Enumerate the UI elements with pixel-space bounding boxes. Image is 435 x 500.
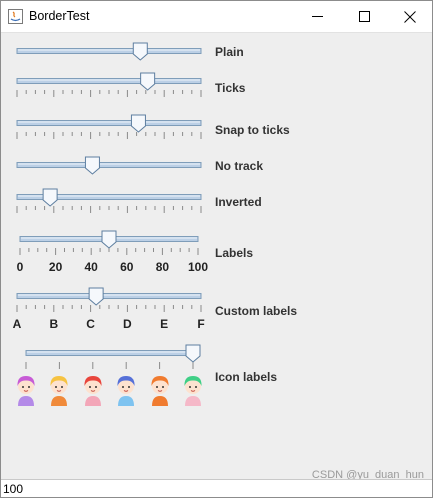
slider-track bbox=[25, 350, 194, 356]
close-button[interactable] bbox=[387, 1, 433, 32]
minimize-button[interactable] bbox=[294, 1, 340, 32]
slider-inverted[interactable]: Inverted bbox=[1, 187, 434, 221]
tick-label-a: A bbox=[12, 317, 22, 331]
tick-label-0: 0 bbox=[16, 260, 24, 274]
slider-thumb bbox=[130, 114, 146, 133]
slider-labels[interactable]: 0 20 40 60 80 100 Labels bbox=[1, 229, 434, 277]
tick-label-b: B bbox=[49, 317, 59, 331]
slider-custom-labels-control[interactable] bbox=[1, 286, 211, 316]
slider-inverted-control[interactable] bbox=[1, 187, 211, 221]
slider-inverted-label: Inverted bbox=[215, 195, 262, 209]
value-textfield[interactable]: 100 bbox=[1, 479, 432, 497]
slider-no-track[interactable]: No track bbox=[1, 153, 434, 179]
face-icon-yellow bbox=[50, 376, 68, 406]
face-icon-purple bbox=[17, 376, 35, 406]
face-icon-red bbox=[84, 376, 102, 406]
java-app-icon bbox=[8, 9, 23, 24]
slider-labels-label: Labels bbox=[215, 246, 254, 260]
slider-no-track-label: No track bbox=[215, 159, 264, 173]
value-text: 100 bbox=[3, 482, 24, 496]
slider-thumb bbox=[140, 72, 156, 91]
slider-ticks-control[interactable] bbox=[1, 71, 211, 105]
tick-label-40: 40 bbox=[84, 260, 98, 274]
slider-labels-control[interactable] bbox=[1, 229, 211, 259]
slider-track bbox=[16, 120, 202, 126]
tick-label-20: 20 bbox=[48, 260, 63, 274]
slider-thumb bbox=[88, 287, 104, 306]
slider-no-track-control[interactable] bbox=[1, 153, 211, 179]
minimize-icon bbox=[311, 16, 323, 17]
slider-thumb bbox=[101, 230, 117, 249]
slider-ticks[interactable]: Ticks bbox=[1, 71, 434, 105]
tick-label-60: 60 bbox=[120, 260, 134, 274]
tick-label-c: C bbox=[86, 317, 95, 331]
tick-label-f: F bbox=[197, 317, 205, 331]
slider-custom-labels[interactable]: A B C D E F Custom labels bbox=[1, 286, 434, 334]
slider-snap-to-ticks-label: Snap to ticks bbox=[215, 123, 290, 137]
slider-ticks-label: Ticks bbox=[215, 81, 246, 95]
slider-plain[interactable]: Plain bbox=[1, 39, 434, 65]
slider-thumb bbox=[42, 188, 58, 207]
app-window: BorderTest Plain Ticks Snap to ticks No … bbox=[0, 0, 433, 498]
face-icon-blue bbox=[117, 376, 135, 406]
slider-snap-to-ticks[interactable]: Snap to ticks bbox=[1, 113, 434, 147]
maximize-icon bbox=[358, 11, 370, 22]
title-bar: BorderTest bbox=[1, 1, 432, 33]
tick-label-d: D bbox=[123, 317, 132, 331]
slider-custom-labels-label: Custom labels bbox=[215, 304, 298, 318]
slider-track bbox=[16, 293, 202, 299]
face-icon-orange bbox=[151, 376, 169, 406]
slider-icon-labels-label: Icon labels bbox=[215, 370, 278, 384]
maximize-button[interactable] bbox=[341, 1, 387, 32]
slider-track bbox=[16, 78, 202, 84]
close-icon bbox=[404, 10, 416, 23]
slider-thumb bbox=[132, 42, 148, 61]
slider-thumb bbox=[84, 156, 100, 175]
tick-label-80: 80 bbox=[155, 260, 170, 274]
window-title: BorderTest bbox=[29, 9, 90, 23]
face-icon-green bbox=[184, 376, 202, 406]
slider-thumb bbox=[185, 344, 201, 363]
slider-track bbox=[16, 48, 202, 54]
slider-icon-labels[interactable]: Icon labels bbox=[1, 343, 434, 413]
slider-icon-labels-control[interactable] bbox=[1, 343, 211, 373]
slider-track bbox=[16, 162, 202, 168]
tick-label-100: 100 bbox=[187, 260, 209, 274]
slider-snap-to-ticks-control[interactable] bbox=[1, 113, 211, 147]
slider-plain-label: Plain bbox=[215, 45, 244, 59]
slider-plain-control[interactable] bbox=[1, 39, 211, 65]
tick-label-e: E bbox=[160, 317, 169, 331]
